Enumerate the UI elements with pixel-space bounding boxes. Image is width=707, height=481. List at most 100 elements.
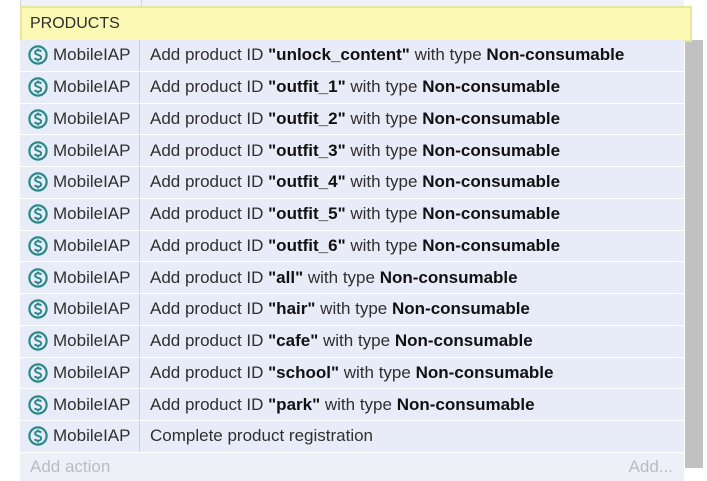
action-text[interactable]: Add product ID "cafe" with type Non-cons… — [140, 331, 533, 351]
add-action-row[interactable]: Add action Add... — [20, 452, 684, 481]
action-text[interactable]: Add product ID "school" with type Non-co… — [140, 363, 553, 383]
action-prefix: Add product ID — [150, 362, 269, 382]
action-row[interactable]: MobileIAP Add product ID "school" with ty… — [20, 357, 684, 390]
object-cell[interactable]: MobileIAP — [20, 167, 140, 198]
action-mid: with type — [345, 108, 423, 128]
product-type: Non-consumable — [422, 108, 561, 128]
action-prefix: Add product ID — [150, 204, 269, 224]
product-type: Non-consumable — [422, 204, 561, 224]
dollar-icon — [28, 299, 48, 320]
dollar-icon — [28, 77, 48, 97]
object-cell[interactable]: MobileIAP — [20, 389, 140, 420]
left-gutter — [0, 0, 20, 480]
action-mid: with type — [303, 267, 380, 287]
product-id: "hair" — [268, 299, 316, 319]
product-id: "unlock_content" — [268, 45, 410, 65]
dollar-icon — [28, 363, 48, 383]
object-cell[interactable]: MobileIAP — [20, 230, 140, 262]
action-mid: with type — [315, 299, 392, 319]
dollar-icon — [28, 267, 48, 288]
object-cell[interactable]: MobileIAP — [20, 71, 140, 103]
add-action-link[interactable]: Add action — [30, 457, 110, 477]
action-mid: with type — [318, 331, 395, 351]
action-text[interactable]: Add product ID "outfit_3" with type Non-… — [140, 141, 560, 161]
action-row[interactable]: MobileIAP Add product ID "hair" with type… — [20, 294, 684, 326]
object-name: MobileIAP — [53, 299, 131, 319]
action-mid: with type — [345, 140, 423, 160]
dollar-icon — [28, 204, 48, 224]
action-prefix: Add product ID — [150, 299, 269, 319]
product-id: "outfit_4" — [268, 172, 346, 192]
product-id: "outfit_5" — [268, 204, 346, 224]
action-prefix: Add product ID — [150, 140, 269, 160]
add-button[interactable]: Add... — [629, 457, 673, 477]
object-cell[interactable]: MobileIAP — [20, 103, 140, 135]
action-text[interactable]: Add product ID "outfit_5" with type Non-… — [140, 204, 560, 224]
action-mid: with type — [409, 45, 487, 65]
object-name: MobileIAP — [53, 108, 131, 128]
action-prefix: Add product ID — [150, 331, 269, 351]
action-row[interactable]: MobileIAP Complete product registration — [20, 421, 684, 453]
action-prefix: Add product ID — [150, 235, 269, 255]
product-id: "outfit_6" — [268, 235, 346, 255]
object-name: MobileIAP — [53, 45, 131, 65]
action-text[interactable]: Add product ID "park" with type Non-cons… — [140, 395, 535, 415]
object-name: MobileIAP — [53, 426, 131, 446]
action-prefix: Add product ID — [150, 45, 269, 65]
product-type: Non-consumable — [422, 77, 561, 97]
dollar-icon — [28, 236, 48, 256]
dollar-icon — [28, 394, 48, 415]
product-id: "outfit_1" — [268, 77, 346, 97]
object-cell[interactable]: MobileIAP — [20, 198, 140, 230]
action-row[interactable]: MobileIAP Add product ID "outfit_3" with … — [20, 135, 684, 167]
product-type: Non-consumable — [394, 331, 533, 351]
action-text[interactable]: Complete product registration — [140, 426, 373, 446]
action-row[interactable]: MobileIAP Add product ID "outfit_2" with … — [20, 103, 684, 136]
action-text[interactable]: Add product ID "hair" with type Non-cons… — [140, 299, 530, 319]
product-type: Non-consumable — [486, 45, 625, 65]
product-id: "outfit_3" — [268, 140, 346, 160]
object-cell[interactable]: MobileIAP — [20, 294, 140, 325]
product-id: "cafe" — [268, 331, 319, 351]
action-text[interactable]: Add product ID "all" with type Non-consu… — [140, 268, 518, 288]
action-text[interactable]: Add product ID "outfit_6" with type Non-… — [140, 236, 560, 256]
action-row[interactable]: MobileIAP Add product ID "cafe" with type… — [20, 325, 684, 358]
object-cell[interactable]: MobileIAP — [20, 357, 140, 389]
action-row[interactable]: MobileIAP Add product ID "outfit_6" with … — [20, 230, 684, 263]
action-text[interactable]: Add product ID "outfit_4" with type Non-… — [140, 172, 560, 192]
complete-registration-text: Complete product registration — [150, 426, 374, 446]
scrollbar-thumb[interactable] — [685, 40, 703, 468]
action-prefix: Add product ID — [150, 77, 269, 97]
object-name: MobileIAP — [53, 331, 131, 351]
object-cell[interactable]: MobileIAP — [20, 135, 140, 166]
object-name: MobileIAP — [53, 362, 131, 382]
action-row[interactable]: MobileIAP Add product ID "park" with type… — [20, 389, 684, 421]
action-prefix: Add product ID — [150, 267, 269, 287]
action-mid: with type — [345, 235, 423, 255]
object-cell[interactable]: MobileIAP — [20, 421, 140, 452]
object-cell[interactable]: MobileIAP — [20, 325, 140, 357]
action-text[interactable]: Add product ID "outfit_2" with type Non-… — [140, 109, 560, 129]
object-cell[interactable]: MobileIAP — [20, 262, 140, 293]
action-row[interactable]: MobileIAP Add product ID "outfit_1" with … — [20, 71, 684, 104]
product-type: Non-consumable — [422, 140, 561, 160]
action-mid: with type — [320, 394, 397, 414]
dollar-icon — [28, 172, 48, 193]
action-row[interactable]: MobileIAP Add product ID "outfit_5" with … — [20, 198, 684, 231]
product-id: "school" — [268, 362, 340, 382]
product-type: Non-consumable — [379, 267, 518, 287]
product-type: Non-consumable — [422, 235, 561, 255]
product-type: Non-consumable — [422, 172, 561, 192]
dollar-icon — [28, 45, 48, 66]
action-row[interactable]: MobileIAP Add product ID "unlock_content"… — [20, 40, 684, 72]
event-group-header[interactable]: PRODUCTS — [20, 6, 692, 42]
action-row[interactable]: MobileIAP Add product ID "all" with type … — [20, 262, 684, 294]
action-mid: with type — [345, 204, 423, 224]
action-prefix: Add product ID — [150, 172, 269, 192]
product-id: "outfit_2" — [268, 108, 346, 128]
action-text[interactable]: Add product ID "unlock_content" with typ… — [140, 45, 624, 65]
action-prefix: Add product ID — [150, 108, 269, 128]
action-row[interactable]: MobileIAP Add product ID "outfit_4" with … — [20, 167, 684, 199]
action-text[interactable]: Add product ID "outfit_1" with type Non-… — [140, 77, 560, 97]
object-cell[interactable]: MobileIAP — [20, 40, 140, 71]
